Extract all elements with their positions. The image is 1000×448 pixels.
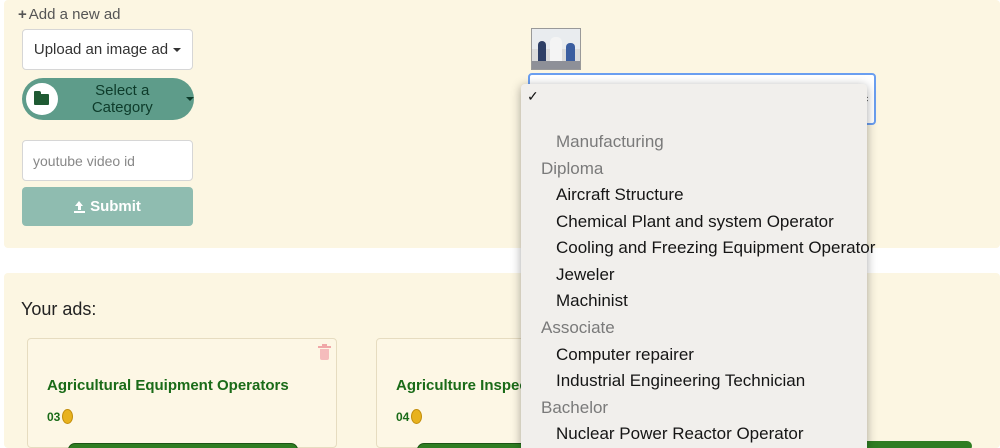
folder-open-icon (26, 83, 58, 115)
caret-down-icon (173, 47, 182, 52)
ad-card-title: Agricultural Equipment Operators (47, 377, 289, 394)
upload-icon (74, 200, 86, 213)
add-ad-heading: + Add a new ad (18, 6, 121, 23)
dropdown-group-label: Diploma (541, 159, 604, 178)
trash-icon[interactable] (318, 344, 331, 361)
ad-image-thumbnail (531, 28, 581, 70)
dropdown-option[interactable]: Machinist (556, 291, 628, 311)
ad-card-count-value: 04 (396, 409, 410, 424)
submit-button[interactable]: Submit (22, 187, 193, 226)
dropdown-option[interactable]: Nuclear Power Reactor Operator (556, 424, 804, 444)
ad-card-count: 03 (47, 409, 74, 424)
dropdown-option[interactable]: Aircraft Structure (556, 185, 684, 205)
ad-card[interactable]: Agriculture Inspector 04 (376, 338, 548, 448)
dropdown-group-label: Associate (541, 318, 615, 337)
dropdown-group-label: Bachelor (541, 398, 609, 417)
ad-card[interactable]: Agricultural Equipment Operators 03 (27, 338, 337, 448)
plus-icon: + (18, 6, 27, 23)
coin-icon (62, 409, 74, 424)
selected-checkmark: ✓ (527, 88, 539, 104)
select-category-label: Select a Category (91, 82, 153, 116)
select-category-button[interactable]: Select a Category (22, 78, 194, 120)
ad-card-count-value: 03 (47, 409, 61, 424)
dropdown-option[interactable]: Industrial Engineering Technician (556, 371, 805, 391)
submit-label: Submit (90, 198, 141, 215)
dropdown-option[interactable]: Cooling and Freezing Equipment Operator (556, 238, 875, 258)
ad-card-count: 04 (396, 409, 423, 424)
ad-card-button[interactable] (852, 441, 972, 448)
upload-image-ad-label: Upload an image ad (33, 41, 169, 58)
dropdown-option[interactable]: Jeweler (556, 265, 615, 285)
upload-image-ad-button[interactable]: Upload an image ad (22, 29, 193, 70)
coin-icon (411, 409, 423, 424)
caret-down-icon (186, 97, 194, 101)
add-ad-title-text: Add a new ad (28, 6, 121, 23)
dropdown-option[interactable]: Chemical Plant and system Operator (556, 212, 834, 232)
dropdown-option[interactable]: Computer repairer (556, 345, 694, 365)
youtube-video-id-input[interactable] (22, 140, 193, 181)
ad-card-button[interactable] (68, 443, 298, 448)
your-ads-heading: Your ads: (21, 299, 97, 319)
dropdown-option[interactable]: Manufacturing (556, 132, 664, 152)
